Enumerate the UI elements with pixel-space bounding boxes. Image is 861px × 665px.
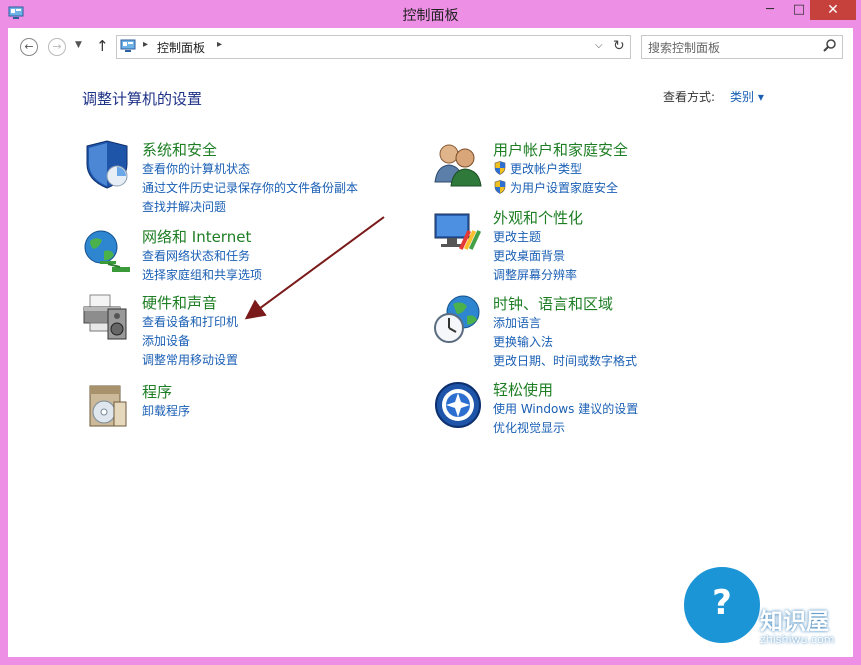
title-bar: 控制面板 ─ □ ✕ bbox=[0, 0, 861, 28]
uac-shield-icon bbox=[494, 161, 506, 175]
watermark-url: zhishiwu.com bbox=[760, 633, 835, 646]
page-heading: 调整计算机的设置 bbox=[82, 90, 203, 108]
minimize-button[interactable]: ─ bbox=[752, 0, 788, 20]
category-title-programs[interactable]: 程序 bbox=[142, 381, 172, 402]
link-change-date-time-format[interactable]: 更改日期、时间或数字格式 bbox=[493, 352, 637, 369]
back-button[interactable]: ← bbox=[20, 38, 38, 56]
link-family-safety[interactable]: 为用户设置家庭安全 bbox=[510, 179, 618, 196]
watermark-question-mark: ? bbox=[712, 583, 732, 623]
address-bar[interactable]: ▸ 控制面板 ▸ ⌵ ↻ bbox=[116, 35, 631, 59]
link-homegroup-sharing[interactable]: 选择家庭组和共享选项 bbox=[142, 266, 262, 283]
link-add-device[interactable]: 添加设备 bbox=[142, 332, 190, 349]
link-troubleshoot[interactable]: 查找并解决问题 bbox=[142, 198, 226, 215]
link-screen-resolution[interactable]: 调整屏幕分辨率 bbox=[493, 266, 577, 283]
clock-globe-icon[interactable] bbox=[433, 294, 483, 344]
link-network-status[interactable]: 查看网络状态和任务 bbox=[142, 247, 250, 264]
breadcrumb-separator[interactable]: ▸ bbox=[217, 39, 222, 50]
navigation-bar: ← → ▼ ↑ ▸ 控制面板 ▸ ⌵ ↻ 搜索控制面板 bbox=[8, 28, 853, 70]
network-globe-icon[interactable] bbox=[82, 227, 132, 277]
category-title-hardware-sound[interactable]: 硬件和声音 bbox=[142, 292, 217, 313]
category-title-clock-language-region[interactable]: 时钟、语言和区域 bbox=[493, 293, 613, 314]
security-shield-icon[interactable] bbox=[82, 140, 132, 190]
recent-locations-button[interactable]: ▼ bbox=[75, 40, 82, 50]
forward-button[interactable]: → bbox=[48, 38, 66, 56]
link-uninstall-program[interactable]: 卸载程序 bbox=[142, 402, 190, 419]
search-icon[interactable] bbox=[823, 38, 837, 52]
breadcrumb-separator[interactable]: ▸ bbox=[143, 39, 148, 50]
control-panel-icon bbox=[120, 39, 136, 52]
ease-of-access-icon[interactable] bbox=[433, 380, 483, 430]
category-title-appearance[interactable]: 外观和个性化 bbox=[493, 207, 583, 228]
users-icon[interactable] bbox=[433, 140, 483, 190]
search-box[interactable]: 搜索控制面板 bbox=[641, 35, 843, 59]
link-recommended-settings[interactable]: 使用 Windows 建议的设置 bbox=[493, 400, 638, 417]
view-by-dropdown[interactable]: 类别 ▾ bbox=[730, 88, 764, 105]
address-dropdown-button[interactable]: ⌵ bbox=[595, 40, 603, 51]
appearance-monitor-icon[interactable] bbox=[433, 208, 483, 258]
link-mobility-settings[interactable]: 调整常用移动设置 bbox=[142, 351, 238, 368]
watermark-logo: ? bbox=[680, 563, 764, 647]
link-change-theme[interactable]: 更改主题 bbox=[493, 228, 541, 245]
link-view-computer-status[interactable]: 查看你的计算机状态 bbox=[142, 160, 250, 177]
printer-speaker-icon[interactable] bbox=[82, 293, 132, 343]
search-input[interactable]: 搜索控制面板 bbox=[648, 39, 720, 56]
category-title-user-accounts[interactable]: 用户帐户和家庭安全 bbox=[493, 139, 628, 160]
uac-shield-icon bbox=[494, 180, 506, 194]
link-optimize-visual-display[interactable]: 优化视觉显示 bbox=[493, 419, 565, 436]
link-devices-printers[interactable]: 查看设备和打印机 bbox=[142, 313, 238, 330]
maximize-button[interactable]: □ bbox=[788, 0, 810, 20]
link-change-desktop-background[interactable]: 更改桌面背景 bbox=[493, 247, 565, 264]
up-button[interactable]: ↑ bbox=[96, 37, 109, 55]
programs-box-icon[interactable] bbox=[82, 382, 132, 432]
link-change-account-type[interactable]: 更改帐户类型 bbox=[510, 160, 582, 177]
watermark-brand: 知识屋 bbox=[760, 609, 829, 635]
category-title-ease-of-access[interactable]: 轻松使用 bbox=[493, 379, 553, 400]
link-add-language[interactable]: 添加语言 bbox=[493, 314, 541, 331]
link-file-history-backup[interactable]: 通过文件历史记录保存你的文件备份副本 bbox=[142, 179, 358, 196]
link-change-input-method[interactable]: 更换输入法 bbox=[493, 333, 553, 350]
refresh-button[interactable]: ↻ bbox=[613, 38, 625, 54]
breadcrumb-control-panel[interactable]: 控制面板 bbox=[157, 39, 205, 56]
view-by-label: 查看方式: bbox=[663, 90, 716, 104]
close-button[interactable]: ✕ bbox=[810, 0, 856, 20]
window-title: 控制面板 bbox=[402, 8, 459, 24]
category-title-network[interactable]: 网络和 Internet bbox=[142, 226, 251, 247]
category-title-system-security[interactable]: 系统和安全 bbox=[142, 139, 217, 160]
